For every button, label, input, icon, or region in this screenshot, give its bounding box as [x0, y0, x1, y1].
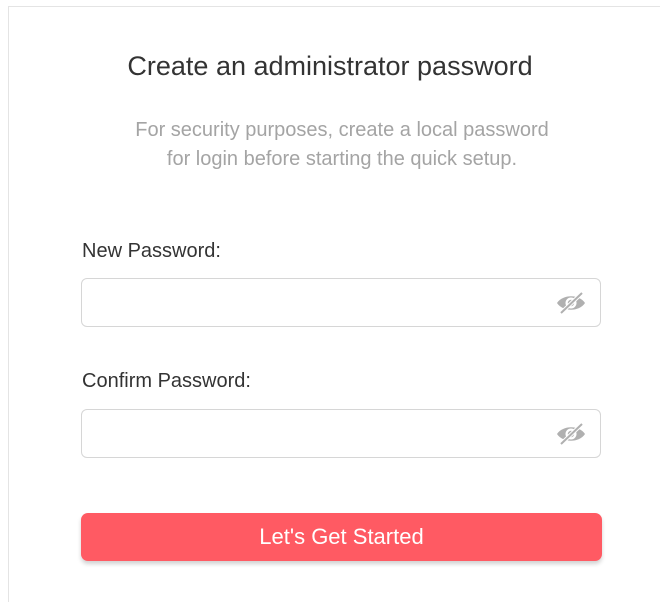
- eye-slash-icon[interactable]: [555, 422, 587, 446]
- confirm-password-label: Confirm Password:: [82, 370, 251, 392]
- page-subtitle: For security purposes, create a local pa…: [0, 116, 660, 174]
- subtitle-line-2: for login before starting the quick setu…: [166, 148, 518, 170]
- new-password-input[interactable]: [94, 279, 544, 326]
- lets-get-started-button[interactable]: Let's Get Started: [81, 513, 602, 561]
- page-title: Create an administrator password: [127, 51, 533, 81]
- new-password-field-wrapper: [81, 278, 601, 327]
- subtitle-line-1: For security purposes, create a local pa…: [135, 119, 549, 141]
- confirm-password-input[interactable]: [94, 410, 544, 457]
- confirm-password-field-wrapper: [81, 409, 601, 458]
- new-password-label: New Password:: [82, 240, 221, 262]
- eye-slash-icon[interactable]: [555, 291, 587, 315]
